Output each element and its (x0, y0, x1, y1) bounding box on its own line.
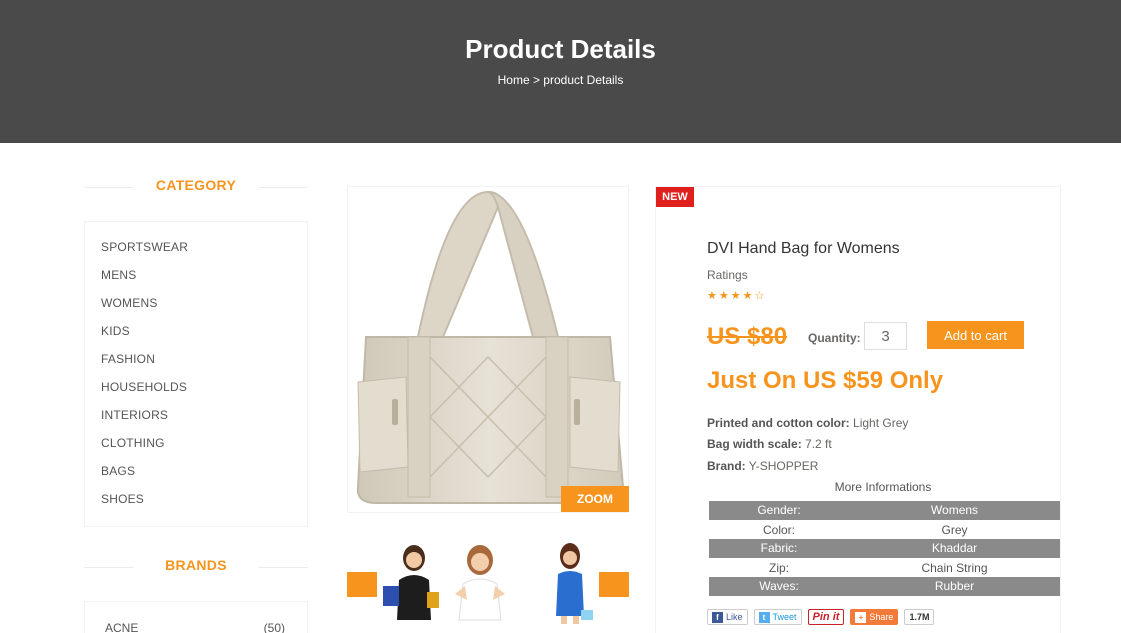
spec-color: Printed and cotton color: Light Grey (707, 416, 908, 430)
quantity-label: Quantity: (808, 331, 861, 345)
category-item-kids[interactable]: KIDS (101, 324, 130, 338)
more-info-table: Gender: Womens Color: Grey Fabric: Khaddar … (709, 501, 1060, 597)
spec-value: 7.2 ft (805, 437, 832, 451)
woman-smiling-image (455, 545, 505, 621)
spec-label: Bag width scale: (707, 437, 802, 451)
category-item-sportswear[interactable]: SPORTSWEAR (101, 240, 188, 254)
category-item-mens[interactable]: MENS (101, 268, 136, 282)
carousel-prev-button[interactable] (347, 572, 377, 597)
table-value: Rubber (849, 577, 1060, 597)
category-item-bags[interactable]: BAGS (101, 464, 135, 478)
table-value: Womens (849, 501, 1060, 521)
category-item-interiors[interactable]: INTERIORS (101, 408, 168, 422)
tote-bag-image (356, 190, 625, 504)
table-key: Gender: (709, 501, 849, 521)
new-badge: NEW (656, 187, 694, 207)
zoom-button[interactable]: ZOOM (561, 486, 629, 512)
table-value: Grey (849, 520, 1060, 539)
brands-list: ACNE (50) (84, 601, 308, 633)
table-row: Zip: Chain String (709, 558, 1060, 577)
table-row: Waves: Rubber (709, 577, 1060, 597)
pinterest-button[interactable]: Pin it (807, 609, 845, 625)
table-row: Fabric: Khaddar (709, 539, 1060, 559)
woman-blue-dress-image (556, 543, 593, 624)
table-key: Fabric: (709, 539, 849, 559)
star-rating: ★★★★☆ (707, 290, 767, 302)
quantity-input[interactable] (864, 322, 907, 350)
spec-value: Y-SHOPPER (748, 459, 819, 473)
category-item-shoes[interactable]: SHOES (101, 492, 144, 506)
spec-value: Light Grey (853, 416, 909, 430)
category-item-clothing[interactable]: CLOTHING (101, 436, 165, 450)
add-to-cart-button[interactable]: Add to cart (927, 321, 1024, 349)
spec-brand: Brand: Y-SHOPPER (707, 459, 818, 473)
brand-count: (50) (263, 621, 285, 633)
old-price: US $80 (707, 323, 788, 350)
thumbnail-1[interactable] (381, 540, 443, 624)
category-heading: CATEGORY (84, 177, 308, 197)
tweet-button[interactable]: t Tweet (753, 609, 802, 625)
table-value: Chain String (849, 558, 1060, 577)
ratings-label: Ratings (707, 268, 748, 282)
facebook-like-label: Like (726, 612, 743, 622)
spec-width: Bag width scale: 7.2 ft (707, 437, 832, 451)
carousel-next-button[interactable] (599, 572, 629, 597)
more-info-heading: More Informations (834, 480, 932, 494)
page-header-banner: Product Details Home > product Details (0, 0, 1121, 143)
product-name: DVI Hand Bag for Womens (707, 240, 900, 257)
table-key: Zip: (709, 558, 849, 577)
table-row: Gender: Womens (709, 501, 1060, 521)
category-item-fashion[interactable]: FASHION (101, 352, 155, 366)
share-count: 1.7M (904, 609, 935, 625)
share-icon: + (855, 611, 867, 623)
facebook-icon: f (712, 611, 723, 623)
table-value: Khaddar (849, 539, 1060, 559)
thumbnail-3[interactable] (539, 540, 601, 624)
product-main-image[interactable] (347, 186, 629, 513)
table-key: Color: (709, 520, 849, 539)
twitter-icon: t (758, 611, 770, 623)
offer-price: Just On US $59 Only (707, 367, 944, 394)
social-share-bar: f Like t Tweet Pin it + Share 1.7M (707, 609, 935, 625)
category-item-households[interactable]: HOUSEHOLDS (101, 380, 187, 394)
share-label: Share (869, 612, 894, 622)
brands-heading: BRANDS (84, 557, 308, 577)
tweet-label: Tweet (772, 612, 797, 622)
category-item-womens[interactable]: WOMENS (101, 296, 158, 310)
share-button[interactable]: + Share (850, 609, 899, 625)
page-title: Product Details (465, 34, 656, 64)
thumbnail-carousel (347, 540, 629, 624)
category-list: SPORTSWEAR MENS WOMENS KIDS FASHION HOUS… (84, 221, 308, 527)
brand-item-acne[interactable]: ACNE (105, 621, 138, 633)
spec-label: Brand: (707, 459, 746, 473)
woman-shopping-image (383, 545, 439, 620)
table-row: Color: Grey (709, 520, 1060, 539)
facebook-like-button[interactable]: f Like (707, 609, 748, 625)
spec-label: Printed and cotton color: (707, 416, 850, 430)
breadcrumb[interactable]: Home > product Details (0, 73, 1121, 87)
table-key: Waves: (709, 577, 849, 597)
thumbnail-2[interactable] (449, 540, 511, 624)
